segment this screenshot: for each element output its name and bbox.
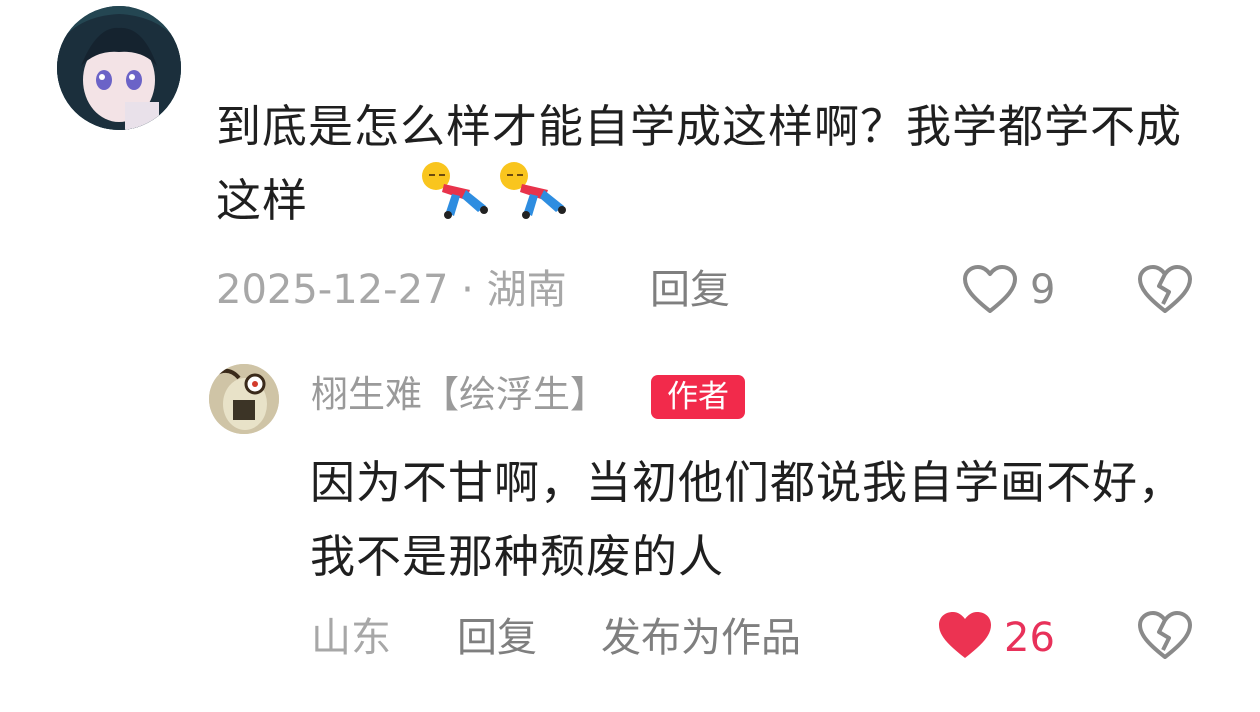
heart-outline-icon[interactable] [962, 264, 1018, 316]
comment-date-location: 2025-12-27 · 湖南 [216, 267, 567, 313]
falling-down-emoji-icon [420, 160, 492, 220]
like-button[interactable] [962, 264, 1018, 316]
emoji-group [420, 160, 570, 220]
falling-down-emoji-icon [498, 160, 570, 220]
reply-reply-button[interactable]: 回复 [457, 614, 537, 662]
author-avatar[interactable] [209, 364, 279, 434]
publish-as-work-button[interactable]: 发布为作品 [601, 614, 801, 662]
heart-filled-icon[interactable] [937, 610, 993, 662]
broken-heart-icon[interactable] [1137, 264, 1193, 316]
reply-text: 因为不甘啊，当初他们都说我自学画不好，我不是那种颓废的人 [310, 456, 1185, 583]
reply-like-button[interactable] [937, 610, 993, 662]
reply-location: 山东 [311, 615, 391, 661]
reply-dislike-button[interactable] [1137, 610, 1193, 662]
commenter-avatar[interactable] [57, 6, 181, 130]
broken-heart-icon[interactable] [1137, 610, 1193, 662]
dislike-button[interactable] [1137, 264, 1193, 316]
reply-username[interactable]: 栩生难【绘浮生】 [311, 372, 607, 418]
comment-text: 到底是怎么样才能自学成这样啊？我学都学不成这样 [216, 100, 1183, 227]
like-count: 9 [1030, 267, 1056, 313]
reply-like-count: 26 [1004, 615, 1055, 661]
author-badge: 作者 [651, 375, 745, 419]
comment-reply-button[interactable]: 回复 [650, 266, 730, 314]
